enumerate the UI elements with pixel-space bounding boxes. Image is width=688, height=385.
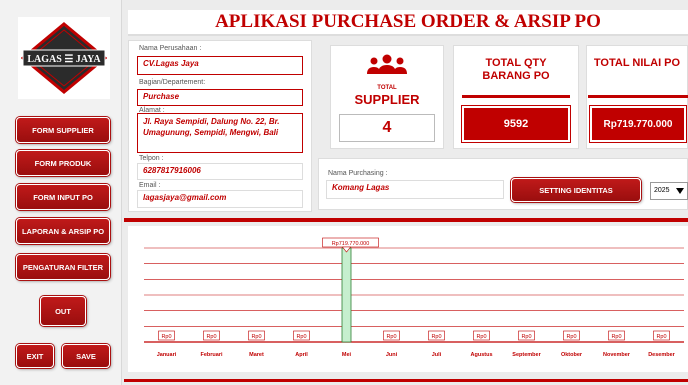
chart-category-label: Oktober (561, 352, 583, 358)
form-supplier-button[interactable]: FORM SUPPLIER (16, 117, 110, 143)
company-name-label: Nama Perusahaan : (139, 45, 202, 52)
chart-data-label: Rp0 (656, 334, 666, 340)
qty-label-1: TOTAL QTY (485, 57, 547, 69)
phone-field[interactable]: 6287817916006 (137, 163, 303, 180)
qty-total-value: 9592 (462, 106, 570, 142)
out-button[interactable]: OUT (40, 296, 86, 326)
exit-button[interactable]: EXIT (16, 344, 54, 368)
chart-data-label: Rp0 (296, 334, 306, 340)
department-label: Bagian/Departement: (139, 79, 206, 86)
users-icon (367, 54, 407, 74)
year-select-value: 2025 (654, 187, 670, 194)
chart-category-label: Juli (432, 352, 442, 358)
bottom-accent-bar (124, 379, 688, 382)
form-produk-button[interactable]: FORM PRODUK (16, 150, 110, 176)
chart-data-label: Rp0 (566, 334, 576, 340)
chart-category-label: Mei (342, 352, 352, 358)
chart-category-label: Januari (157, 352, 177, 358)
email-label: Email : (139, 182, 161, 189)
supplier-label: SUPPLIER (354, 92, 420, 107)
purchasing-name-field[interactable]: Komang Lagas (326, 180, 504, 199)
phone-label: Telpon : (139, 155, 164, 162)
department-field[interactable]: Purchase (137, 89, 303, 106)
purchasing-label: Nama Purchasing : (328, 170, 388, 177)
page-title: APLIKASI PURCHASE ORDER & ARSIP PO (215, 11, 601, 32)
form-input-po-button[interactable]: FORM INPUT PO (16, 184, 110, 210)
chart-data-label: Rp0 (476, 334, 486, 340)
chevron-down-icon (676, 188, 684, 194)
company-logo: LAGAS ☰ JAYA (18, 17, 110, 99)
chart-bar-mei (341, 247, 352, 343)
monthly-chart-panel: Rp0 Januari Rp0 Februari Rp0 Maret Rp0 April Rp7… (128, 226, 688, 372)
chart-category-label: Februari (200, 352, 222, 358)
chart-category-label: November (603, 352, 631, 358)
logo-text: LAGAS ☰ JAYA (27, 54, 101, 65)
chart-category-label: September (512, 352, 541, 358)
nilai-total-value: Rp719.770.000 (590, 106, 686, 142)
chart-category-label: Agustus (471, 352, 493, 358)
chart-data-label: Rp0 (386, 334, 396, 340)
qty-divider (462, 95, 570, 98)
company-name-field[interactable]: CV.Lagas Jaya (137, 56, 303, 75)
chart-category-label: Maret (249, 352, 264, 358)
supplier-count-value: 4 (339, 114, 435, 142)
chart-data-label: Rp0 (251, 334, 261, 340)
chart-data-label: Rp0 (611, 334, 621, 340)
chart-data-label: Rp0 (161, 334, 171, 340)
chart-data-label: Rp0 (431, 334, 441, 340)
save-button[interactable]: SAVE (62, 344, 110, 368)
chart-category-label: Desember (648, 352, 675, 358)
address-field[interactable]: Jl. Raya Sempidi, Dalung No. 22, Br. Uma… (137, 113, 303, 153)
nilai-divider (588, 95, 688, 98)
chart-category-label: Juni (386, 352, 398, 358)
supplier-total-small-label: TOTAL (377, 85, 397, 91)
year-select[interactable]: 2025 (650, 182, 688, 200)
setting-identitas-button[interactable]: SETTING IDENTITAS (511, 178, 641, 202)
chart-data-label: Rp719.770.000 (332, 241, 370, 247)
chart-category-label: April (295, 352, 308, 358)
chart-data-label: Rp0 (521, 334, 531, 340)
laporan-arsip-po-button[interactable]: LAPORAN & ARSIP PO (16, 218, 110, 244)
nilai-label: TOTAL NILAI PO (593, 57, 681, 69)
chart-data-label: Rp0 (206, 334, 216, 340)
monthly-po-chart: Rp0 Januari Rp0 Februari Rp0 Maret Rp0 April Rp7… (144, 237, 684, 358)
section-divider (124, 218, 688, 222)
qty-label-2: BARANG PO (482, 70, 550, 82)
logo-emblem-icon: LAGAS ☰ JAYA (21, 22, 107, 94)
pengaturan-filter-button[interactable]: PENGATURAN FILTER (16, 254, 110, 280)
email-field[interactable]: lagasjaya@gmail.com (137, 190, 303, 208)
